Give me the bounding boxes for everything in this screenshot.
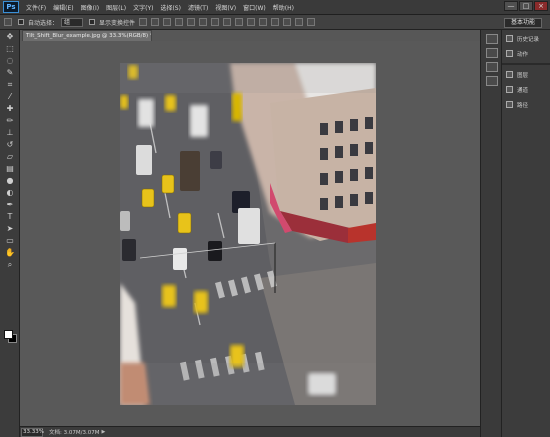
eraser-tool-icon[interactable]: ▱	[3, 151, 17, 162]
character-panel-icon[interactable]	[486, 62, 498, 72]
panel-history[interactable]: 历史记录	[502, 32, 550, 45]
gradient-tool-icon[interactable]: ▤	[3, 163, 17, 174]
zoom-tool-icon[interactable]: ⌕	[3, 259, 17, 270]
panel-paths[interactable]: 路径	[502, 98, 550, 111]
move-tool-icon[interactable]: ✥	[3, 31, 17, 42]
tools-panel: ✥ ⬚ ◌ ✎ ⌗ ⁄ ✚ ✏ ⊥ ↺ ▱ ▤ ● ◐ ✒ T ➤ ▭ ✋ ⌕	[0, 30, 20, 437]
status-menu-arrow-icon[interactable]: ▶	[101, 429, 107, 435]
align-top-icon[interactable]	[139, 18, 148, 26]
eyedropper-tool-icon[interactable]: ⁄	[3, 91, 17, 102]
history-icon	[506, 35, 513, 42]
panel-divider	[502, 63, 550, 65]
crop-tool-icon[interactable]: ⌗	[3, 79, 17, 90]
maximize-button[interactable]: □	[519, 1, 533, 11]
panel-label: 动作	[517, 51, 529, 58]
panel-actions[interactable]: 动作	[502, 47, 550, 60]
foreground-color-swatch[interactable]	[4, 330, 13, 339]
3d-mode-icon[interactable]	[295, 18, 304, 26]
lasso-tool-icon[interactable]: ◌	[3, 55, 17, 66]
menu-view[interactable]: 视图(V)	[215, 3, 236, 12]
distribute-center-icon[interactable]	[259, 18, 268, 26]
panel-label: 通道	[517, 87, 529, 94]
paths-icon	[506, 101, 513, 108]
menu-edit[interactable]: 编辑(E)	[53, 3, 73, 12]
distribute-middle-icon[interactable]	[223, 18, 232, 26]
shape-tool-icon[interactable]: ▭	[3, 235, 17, 246]
menu-bar: Ps 文件(F) 编辑(E) 图像(I) 图层(L) 文字(Y) 选择(S) 滤…	[0, 0, 550, 15]
menu-window[interactable]: 窗口(W)	[243, 3, 266, 12]
auto-align-icon[interactable]	[283, 18, 292, 26]
marquee-tool-icon[interactable]: ⬚	[3, 43, 17, 54]
auto-select-label: 自动选择：	[28, 19, 59, 27]
dodge-tool-icon[interactable]: ◐	[3, 187, 17, 198]
menu-image[interactable]: 图像(I)	[81, 3, 99, 12]
align-center-icon[interactable]	[187, 18, 196, 26]
show-transform-checkbox[interactable]	[89, 19, 96, 25]
auto-select-checkbox[interactable]	[18, 19, 24, 25]
menu-type[interactable]: 文字(Y)	[133, 3, 153, 12]
menu-layer[interactable]: 图层(L)	[106, 3, 126, 12]
menu-select[interactable]: 选择(S)	[160, 3, 181, 12]
document-area: Tilt_Shift_Blur_example.jpg @ 33.3%(RGB/…	[20, 30, 480, 437]
status-bar: 33.33% 文档: 3.07M/3.07M ▶	[20, 426, 480, 437]
panel-channels[interactable]: 通道	[502, 83, 550, 96]
clone-stamp-tool-icon[interactable]: ⊥	[3, 127, 17, 138]
menu-file[interactable]: 文件(F)	[26, 3, 46, 12]
pen-tool-icon[interactable]: ✒	[3, 199, 17, 210]
panel-dock: 历史记录 动作 图层 通道 路径	[502, 30, 550, 437]
brush-tool-icon[interactable]: ✏	[3, 115, 17, 126]
align-middle-icon[interactable]	[151, 18, 160, 26]
healing-tool-icon[interactable]: ✚	[3, 103, 17, 114]
layers-icon	[506, 71, 513, 78]
app-logo: Ps	[3, 1, 19, 13]
color-panel-icon[interactable]	[486, 34, 498, 44]
zoom-level-field[interactable]: 33.33%	[21, 427, 44, 437]
show-transform-label: 显示变换控件	[99, 19, 136, 27]
type-tool-icon[interactable]: T	[3, 211, 17, 222]
distribute-bottom-icon[interactable]	[235, 18, 244, 26]
close-button[interactable]: ×	[534, 1, 548, 11]
tilt-shift-street-photo	[120, 63, 376, 405]
blur-tool-icon[interactable]: ●	[3, 175, 17, 186]
options-bar: 自动选择： 组 显示变换控件 基本功能	[0, 15, 550, 30]
canvas-pasteboard	[20, 41, 480, 426]
actions-icon	[506, 50, 513, 57]
history-brush-tool-icon[interactable]: ↺	[3, 139, 17, 150]
align-left-icon[interactable]	[175, 18, 184, 26]
align-bottom-icon[interactable]	[163, 18, 172, 26]
window-controls: — □ ×	[504, 1, 548, 11]
move-preset-icon[interactable]	[4, 18, 12, 26]
canvas-image[interactable]	[120, 63, 376, 405]
align-right-icon[interactable]	[199, 18, 208, 26]
document-info[interactable]: 文档: 3.07M/3.07M	[49, 428, 99, 436]
distribute-top-icon[interactable]	[211, 18, 220, 26]
channels-icon	[506, 86, 513, 93]
distribute-left-icon[interactable]	[247, 18, 256, 26]
path-select-tool-icon[interactable]: ➤	[3, 223, 17, 234]
distribute-right-icon[interactable]	[271, 18, 280, 26]
panel-label: 历史记录	[517, 36, 540, 43]
document-tab[interactable]: Tilt_Shift_Blur_example.jpg @ 33.3%(RGB/…	[22, 30, 152, 41]
menu-help[interactable]: 帮助(H)	[273, 3, 294, 12]
auto-select-dropdown[interactable]: 组	[61, 17, 84, 27]
paragraph-panel-icon[interactable]	[486, 76, 498, 86]
panel-label: 图层	[517, 72, 529, 79]
3d-rotate-icon[interactable]	[307, 18, 316, 26]
panel-label: 路径	[517, 102, 529, 109]
panel-icon-dock	[480, 30, 502, 437]
minimize-button[interactable]: —	[504, 1, 518, 11]
photoshop-window: Ps 文件(F) 编辑(E) 图像(I) 图层(L) 文字(Y) 选择(S) 滤…	[0, 0, 550, 437]
quick-select-tool-icon[interactable]: ✎	[3, 67, 17, 78]
info-panel-icon[interactable]	[486, 48, 498, 58]
panel-layers[interactable]: 图层	[502, 68, 550, 81]
menu-filter[interactable]: 滤镜(T)	[188, 3, 208, 12]
workspace-dropdown[interactable]: 基本功能	[504, 18, 542, 28]
hand-tool-icon[interactable]: ✋	[3, 247, 17, 258]
